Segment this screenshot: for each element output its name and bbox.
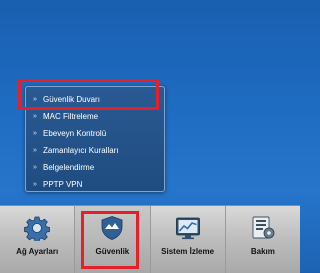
maintenance-button[interactable]: Bakım — [226, 206, 300, 273]
toolbar-label: Bakım — [250, 247, 275, 256]
network-settings-button[interactable]: Ağ Ayarları — [0, 206, 76, 273]
menu-item-label: PPTP VPN — [43, 180, 83, 189]
chevron-right-icon: » — [33, 130, 37, 137]
menu-item-label: MAC Filtreleme — [43, 112, 99, 121]
security-button[interactable]: Güvenlik — [75, 206, 151, 273]
toolbar-label: Güvenlik — [95, 247, 130, 256]
security-submenu: » Güvenlik Duvarı » MAC Filtreleme » Ebe… — [25, 86, 165, 192]
menu-item-firewall[interactable]: » Güvenlik Duvarı — [30, 91, 164, 108]
chevron-right-icon: » — [33, 164, 37, 171]
shield-icon — [101, 216, 123, 240]
menu-item-scheduler-rules[interactable]: » Zamanlayıcı Kuralları — [30, 142, 164, 159]
monitor-chart-icon — [175, 217, 200, 240]
menu-item-certificates[interactable]: » Belgelendirme — [30, 159, 164, 176]
chevron-right-icon: » — [33, 181, 37, 188]
chevron-right-icon: » — [33, 96, 37, 103]
chevron-right-icon: » — [33, 147, 37, 154]
bottom-toolbar: Ağ Ayarları Güvenlik Sistem İzleme Bakım — [0, 205, 300, 273]
gear-icon — [24, 216, 51, 241]
menu-item-parental-control[interactable]: » Ebeveyn Kontrolü — [30, 125, 164, 142]
toolbar-label: Ağ Ayarları — [16, 247, 59, 256]
menu-item-pptp-vpn[interactable]: » PPTP VPN — [30, 176, 164, 193]
menu-item-label: Belgelendirme — [43, 163, 95, 172]
maintenance-icon — [252, 216, 275, 239]
chevron-right-icon: » — [33, 113, 37, 120]
menu-item-label: Ebeveyn Kontrolü — [43, 129, 107, 138]
menu-item-label: Zamanlayıcı Kuralları — [43, 146, 119, 155]
menu-item-label: Güvenlik Duvarı — [43, 95, 100, 104]
toolbar-label: Sistem İzleme — [161, 247, 215, 256]
menu-item-mac-filter[interactable]: » MAC Filtreleme — [30, 108, 164, 125]
system-monitor-button[interactable]: Sistem İzleme — [151, 206, 226, 273]
